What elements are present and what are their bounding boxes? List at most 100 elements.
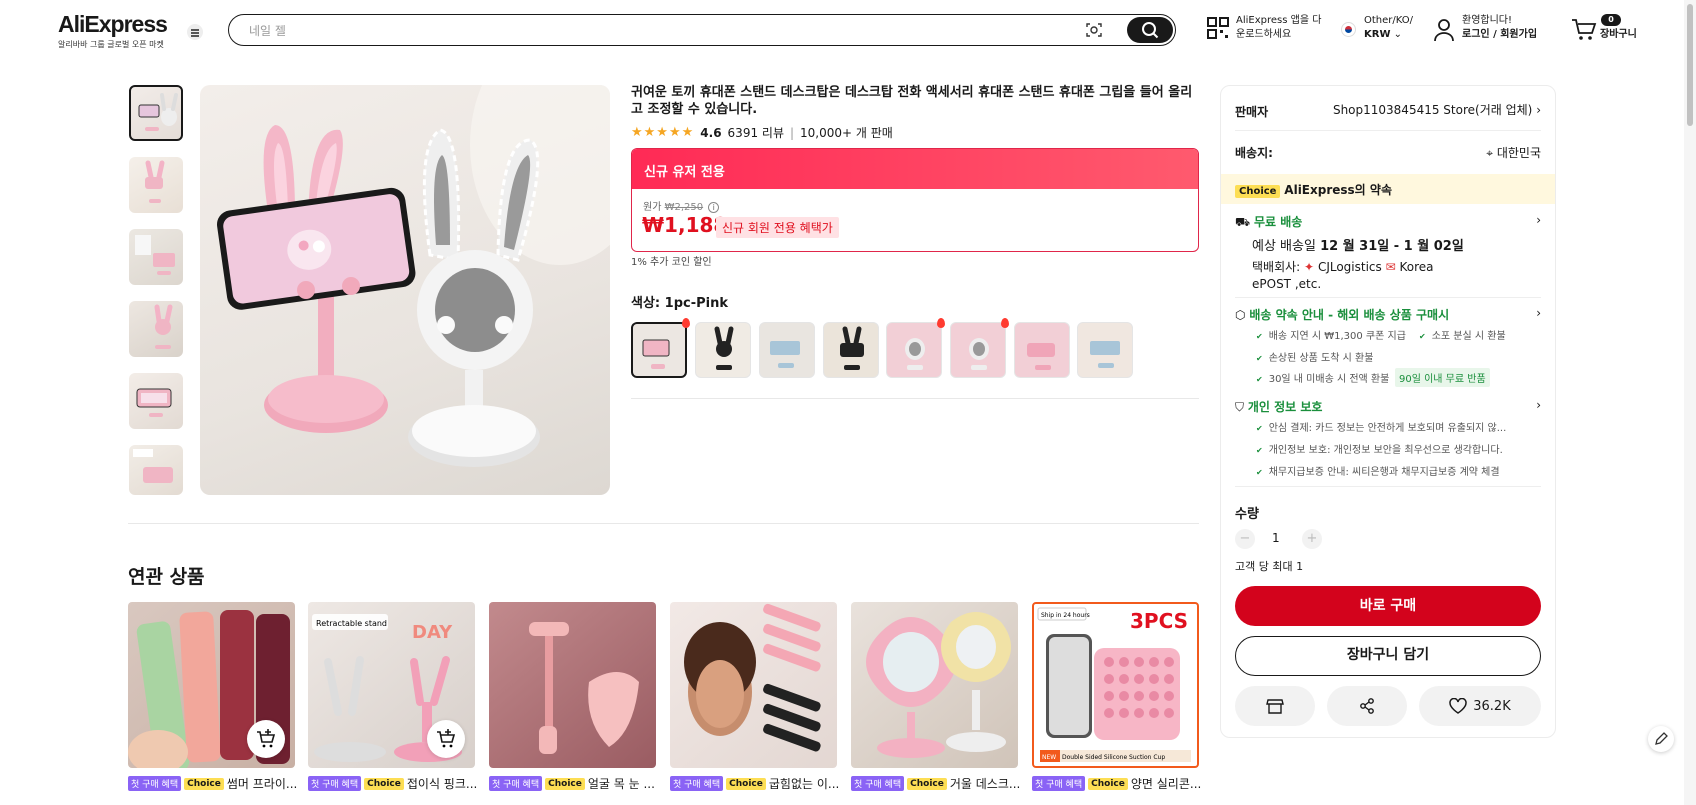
cart-label[interactable]: 장바구니 — [1600, 28, 1637, 42]
divider — [631, 398, 1199, 399]
cart-icon[interactable] — [1571, 18, 1597, 42]
gallery-thumb[interactable] — [129, 445, 183, 495]
app-download-link[interactable]: AliExpress 앱을 다 운로드하세요 — [1236, 14, 1321, 42]
share-button[interactable] — [1327, 686, 1407, 726]
info-icon[interactable]: i — [708, 202, 720, 213]
product-card[interactable]: Retractable stand DAY — [308, 602, 475, 768]
color-swatch[interactable] — [631, 322, 687, 378]
user-icon[interactable] — [1433, 18, 1455, 42]
card-3pcs-text: 3PCS — [1130, 609, 1188, 633]
product-card[interactable]: Ship in 24 hours 3PCS NEW Double Sided Sili… — [1032, 602, 1199, 768]
color-swatch[interactable] — [886, 322, 942, 378]
region-currency-selector[interactable]: Other/KO/ KRW ⌄ — [1364, 14, 1413, 42]
promise-item: 30일 내 미배송 시 전액 환불 — [1256, 370, 1390, 385]
gallery-thumb[interactable] — [129, 229, 183, 285]
color-swatch[interactable] — [823, 322, 879, 378]
product-name[interactable]: 거울 데스크... — [950, 775, 1020, 792]
card-ship-text: Ship in 24 hours — [1041, 612, 1090, 619]
search-button[interactable] — [1127, 17, 1173, 43]
delivery-promise-row[interactable]: ⬡ 배송 약속 안내 - 해외 배송 상품 구매시 — [1235, 306, 1449, 323]
first-purchase-badge: 첫 구매 혜택 — [1032, 776, 1086, 791]
add-to-cart-icon[interactable] — [247, 720, 285, 758]
carrier-name-1: CJLogistics — [1317, 260, 1382, 274]
store-icon — [1266, 699, 1284, 714]
qr-code-icon[interactable] — [1206, 16, 1230, 40]
product-card[interactable] — [670, 602, 837, 768]
first-purchase-badge: 첫 구매 혜택 — [670, 776, 724, 791]
color-swatch[interactable] — [759, 322, 815, 378]
ship-to-selector[interactable]: ⌖ 대한민국 — [1486, 144, 1541, 161]
privacy-title: 개인 정보 보호 — [1247, 400, 1323, 414]
qty-increment-button[interactable]: + — [1302, 529, 1322, 549]
gallery-thumb[interactable] — [129, 373, 183, 429]
store-button[interactable] — [1235, 686, 1315, 726]
color-swatch[interactable] — [695, 322, 751, 378]
hot-flame-icon — [682, 318, 690, 328]
qty-decrement-button[interactable]: − — [1235, 529, 1255, 549]
product-name[interactable]: 썸머 프라이... — [227, 775, 297, 792]
product-card[interactable] — [489, 602, 656, 768]
product-card-label[interactable]: 첫 구매 혜택 Choice 접이식 핑크... — [308, 775, 477, 792]
choice-tag: Choice — [1235, 185, 1281, 198]
search-input[interactable]: 네일 젤 — [249, 22, 286, 39]
star-rating-icon: ★★★★★ — [631, 125, 695, 140]
aliexpress-logo[interactable]: AliExpress 알리바바 그룹 글로벌 오픈 마켓 — [58, 12, 168, 50]
seller-link[interactable]: Shop1103845415 Store(거래 업체) › — [1333, 101, 1541, 118]
menu-icon[interactable] — [187, 24, 203, 40]
product-card[interactable] — [128, 602, 295, 768]
search-bar[interactable]: 네일 젤 — [228, 14, 1176, 46]
login-signup-link[interactable]: 로그인 / 회원가입 — [1462, 29, 1537, 40]
product-card-label[interactable]: 첫 구매 혜택 Choice 굽힘없는 이... — [670, 775, 839, 792]
app-line-1: AliExpress 앱을 다 — [1236, 15, 1322, 26]
seller-name[interactable]: Shop1103845415 Store(거래 업체) — [1333, 103, 1532, 117]
add-to-cart-icon[interactable] — [427, 720, 465, 758]
wishlist-button[interactable]: 36.2K — [1419, 686, 1541, 726]
product-card-label[interactable]: 첫 구매 혜택 Choice 양면 실리콘... — [1032, 775, 1201, 792]
buy-now-button[interactable]: 바로 구매 — [1235, 586, 1541, 626]
hot-flame-icon — [1001, 318, 1009, 328]
add-to-cart-button[interactable]: 장바구니 담기 — [1235, 636, 1541, 676]
gallery-thumb[interactable] — [129, 85, 183, 141]
color-swatch[interactable] — [950, 322, 1006, 378]
main-product-image[interactable] — [200, 85, 610, 495]
promo-header: 신규 유저 전용 — [632, 149, 1198, 189]
color-swatch[interactable] — [1077, 322, 1133, 378]
privacy-row[interactable]: ⛉ 개인 정보 보호 — [1235, 398, 1322, 415]
chevron-right-icon[interactable]: › — [1536, 213, 1541, 227]
color-swatch[interactable] — [1014, 322, 1070, 378]
chevron-right-icon[interactable]: › — [1536, 398, 1541, 412]
chevron-right-icon: › — [1536, 103, 1541, 117]
product-card-label[interactable]: 첫 구매 혜택 Choice 썸머 프라이... — [128, 775, 297, 792]
carrier-row: 택배회사: ✦ CJLogistics ✉ Korea — [1252, 258, 1434, 275]
product-name[interactable]: 얼굴 목 눈 ... — [588, 775, 655, 792]
currency-label: KRW — [1364, 29, 1391, 40]
qty-value[interactable]: 1 — [1272, 531, 1280, 545]
product-name[interactable]: 접이식 핑크... — [407, 775, 477, 792]
choice-tag: Choice — [184, 777, 224, 790]
product-card[interactable] — [851, 602, 1018, 768]
page-scrollbar[interactable] — [1684, 0, 1696, 805]
gallery-thumb[interactable] — [129, 301, 183, 357]
product-card-label[interactable]: 첫 구매 혜택 Choice 얼굴 목 눈 ... — [489, 775, 655, 792]
product-card-label[interactable]: 첫 구매 혜택 Choice 거울 데스크... — [851, 775, 1020, 792]
feedback-edit-button[interactable] — [1648, 726, 1674, 752]
new-user-promo-box: 신규 유저 전용 원가 ₩2,250 i ₩1,188 신규 회원 전용 혜택가 — [631, 148, 1199, 252]
gallery-thumb[interactable] — [129, 157, 183, 213]
ship-to-country[interactable]: 대한민국 — [1497, 146, 1541, 160]
rating-row[interactable]: ★★★★★ 4.6 6391 리뷰 | 10,000+ 개 판매 — [631, 124, 893, 141]
review-count[interactable]: 6391 리뷰 — [728, 124, 784, 141]
color-label: 색상: 1pc-Pink — [631, 296, 728, 311]
card-new-tag: NEW — [1042, 754, 1056, 761]
eta-prefix: 예상 배송일 — [1252, 239, 1316, 254]
product-name[interactable]: 양면 실리콘... — [1131, 775, 1201, 792]
free-shipping-row[interactable]: ⛟ 무료 배송 — [1235, 213, 1302, 231]
scrollbar-thumb[interactable] — [1687, 4, 1693, 126]
product-name[interactable]: 굽힘없는 이... — [769, 775, 839, 792]
chevron-right-icon[interactable]: › — [1536, 306, 1541, 320]
app-line-2: 운로드하세요 — [1236, 29, 1292, 40]
wishlist-count: 36.2K — [1473, 698, 1511, 714]
divider — [1235, 297, 1541, 298]
camera-search-icon[interactable] — [1085, 21, 1103, 39]
choice-tag: Choice — [1088, 777, 1128, 790]
account-login[interactable]: 환영합니다! 로그인 / 회원가입 — [1462, 14, 1537, 42]
